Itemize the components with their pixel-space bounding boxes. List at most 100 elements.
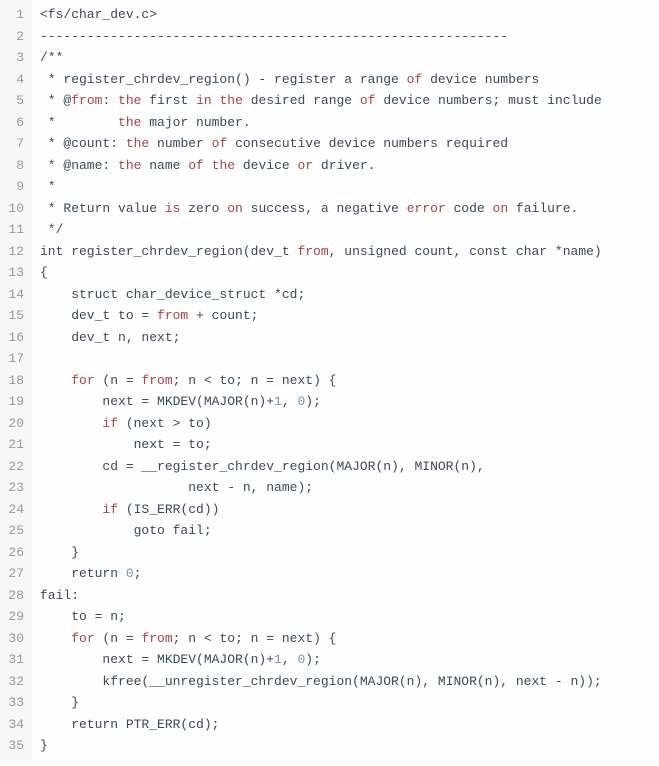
code-line[interactable]: for (n = from; n < to; n = next) { xyxy=(40,628,602,650)
token: of xyxy=(360,93,376,108)
line-number: 26 xyxy=(4,542,24,564)
token: ; xyxy=(134,566,142,581)
token: * @count: xyxy=(40,136,126,151)
token: of xyxy=(407,72,423,87)
token: the xyxy=(126,136,149,151)
token: fail: xyxy=(40,588,79,603)
token: first xyxy=(141,93,196,108)
token: : xyxy=(102,93,118,108)
line-number: 4 xyxy=(4,69,24,91)
code-line[interactable]: dev_t n, next; xyxy=(40,327,602,349)
line-number: 7 xyxy=(4,133,24,155)
line-number: 9 xyxy=(4,176,24,198)
line-number: 22 xyxy=(4,456,24,478)
code-line[interactable]: * xyxy=(40,176,602,198)
token: ; n < to; n = next) { xyxy=(173,373,337,388)
code-line[interactable]: cd = __register_chrdev_region(MAJOR(n), … xyxy=(40,456,602,478)
token: (n = xyxy=(95,631,142,646)
code-line[interactable]: if (next > to) xyxy=(40,413,602,435)
line-number: 2 xyxy=(4,26,24,48)
line-number: 21 xyxy=(4,434,24,456)
line-number: 23 xyxy=(4,477,24,499)
code-area[interactable]: <fs/char_dev.c> -------------------------… xyxy=(32,0,610,761)
line-number: 3 xyxy=(4,47,24,69)
token: next = MKDEV(MAJOR(n)+ xyxy=(40,394,274,409)
code-line[interactable]: next = to; xyxy=(40,434,602,456)
token: of xyxy=(188,158,204,173)
code-line[interactable]: next - n, name); xyxy=(40,477,602,499)
token: goto fail; xyxy=(40,523,212,538)
code-line[interactable]: return PTR_ERR(cd); xyxy=(40,714,602,736)
token: dev_t to = xyxy=(40,308,157,323)
code-line[interactable]: goto fail; xyxy=(40,520,602,542)
token: on xyxy=(227,201,243,216)
line-number: 35 xyxy=(4,735,24,757)
token: */ xyxy=(40,222,63,237)
code-line[interactable]: kfree(__unregister_chrdev_region(MAJOR(n… xyxy=(40,671,602,693)
code-line[interactable]: * @name: the name of the device or drive… xyxy=(40,155,602,177)
token: failure. xyxy=(508,201,578,216)
code-line[interactable]: * @from: the first in the desired range … xyxy=(40,90,602,112)
line-number: 19 xyxy=(4,391,24,413)
token xyxy=(40,373,71,388)
line-number: 20 xyxy=(4,413,24,435)
code-line[interactable]: fail: xyxy=(40,585,602,607)
code-line[interactable]: * Return value is zero on success, a neg… xyxy=(40,198,602,220)
token: 0 xyxy=(126,566,134,581)
code-line[interactable]: } xyxy=(40,692,602,714)
code-line[interactable]: next = MKDEV(MAJOR(n)+1, 0); xyxy=(40,649,602,671)
line-number: 10 xyxy=(4,198,24,220)
token xyxy=(40,416,102,431)
code-editor[interactable]: 1234567891011121314151617181920212223242… xyxy=(0,0,659,761)
code-line[interactable]: to = n; xyxy=(40,606,602,628)
code-line[interactable]: <fs/char_dev.c> xyxy=(40,4,602,26)
token: if xyxy=(102,416,118,431)
token: from xyxy=(141,631,172,646)
token: * xyxy=(40,115,118,130)
token: <fs/char_dev.c> xyxy=(40,7,157,22)
token xyxy=(204,158,212,173)
token: desired range xyxy=(243,93,360,108)
line-number: 12 xyxy=(4,241,24,263)
code-line[interactable]: for (n = from; n < to; n = next) { xyxy=(40,370,602,392)
token: ); xyxy=(305,394,321,409)
token: from xyxy=(157,308,188,323)
code-line[interactable]: dev_t to = from + count; xyxy=(40,305,602,327)
token: , unsigned count, const char *name) xyxy=(329,244,602,259)
token xyxy=(40,631,71,646)
token: , xyxy=(282,652,298,667)
code-line[interactable] xyxy=(40,348,602,370)
line-number: 30 xyxy=(4,628,24,650)
token: from xyxy=(71,93,102,108)
line-number: 34 xyxy=(4,714,24,736)
line-number: 5 xyxy=(4,90,24,112)
token: to = n; xyxy=(40,609,126,624)
code-line[interactable]: return 0; xyxy=(40,563,602,585)
code-line[interactable]: * register_chrdev_region() - register a … xyxy=(40,69,602,91)
line-number: 33 xyxy=(4,692,24,714)
line-number: 25 xyxy=(4,520,24,542)
code-line[interactable]: * the major number. xyxy=(40,112,602,134)
code-line[interactable]: } xyxy=(40,542,602,564)
code-line[interactable]: if (IS_ERR(cd)) xyxy=(40,499,602,521)
token: if xyxy=(102,502,118,517)
token: kfree(__unregister_chrdev_region(MAJOR(n… xyxy=(40,674,602,689)
token: device numbers xyxy=(422,72,539,87)
code-line[interactable]: struct char_device_struct *cd; xyxy=(40,284,602,306)
token: struct char_device_struct *cd; xyxy=(40,287,305,302)
code-line[interactable]: } xyxy=(40,735,602,757)
token: ----------------------------------------… xyxy=(40,29,508,44)
code-line[interactable]: next = MKDEV(MAJOR(n)+1, 0); xyxy=(40,391,602,413)
code-line[interactable]: ----------------------------------------… xyxy=(40,26,602,48)
line-number: 27 xyxy=(4,563,24,585)
code-line[interactable]: * @count: the number of consecutive devi… xyxy=(40,133,602,155)
token: device xyxy=(235,158,297,173)
code-line[interactable]: /** xyxy=(40,47,602,69)
token: code xyxy=(446,201,493,216)
line-number: 8 xyxy=(4,155,24,177)
token: major number. xyxy=(141,115,250,130)
code-line[interactable]: */ xyxy=(40,219,602,241)
code-line[interactable]: int register_chrdev_region(dev_t from, u… xyxy=(40,241,602,263)
token: } xyxy=(40,695,79,710)
code-line[interactable]: { xyxy=(40,262,602,284)
